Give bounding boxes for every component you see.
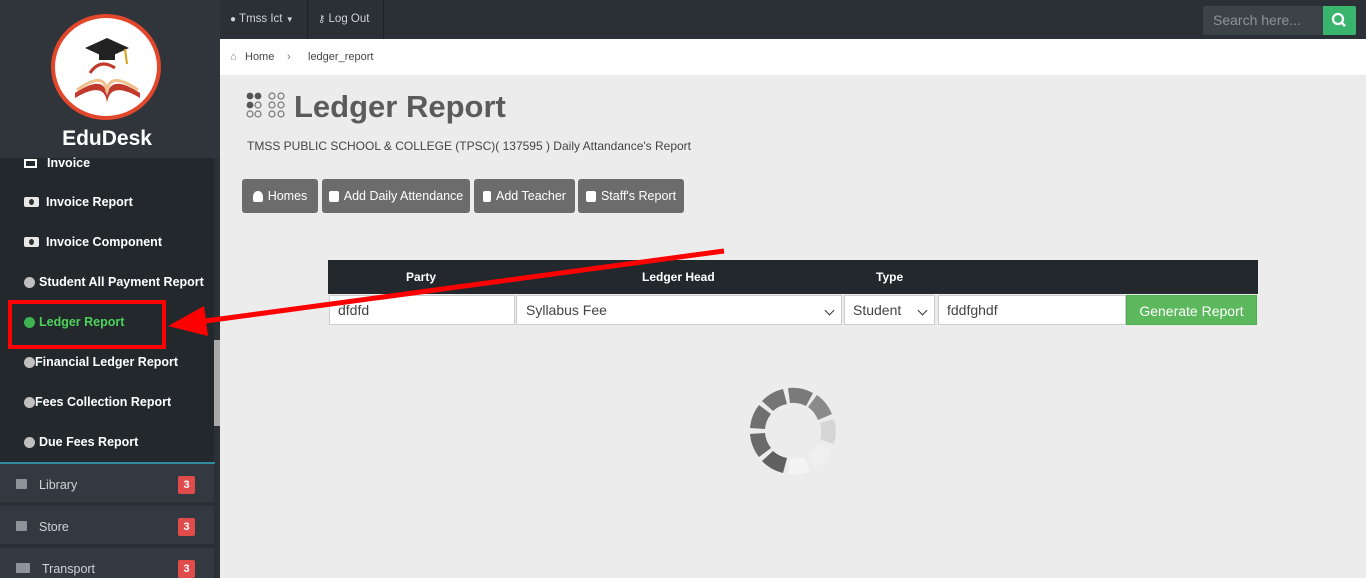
button-label: Staff's Report (600, 189, 677, 203)
money-icon (24, 237, 39, 247)
sidebar-group-label: Transport (42, 562, 96, 576)
caret-down-icon: ▼ (285, 15, 294, 24)
count-badge: 3 (178, 518, 195, 536)
button-label: Homes (267, 189, 308, 203)
sidebar-item-invoice-report[interactable]: Invoice Report (0, 182, 214, 222)
home-icon: ⌂ (230, 51, 237, 63)
circle-icon (24, 436, 35, 448)
generate-report-button[interactable]: Generate Report (1126, 295, 1257, 325)
type-header: Type (876, 270, 904, 284)
extra-input[interactable]: fddfghdf (938, 295, 1126, 325)
type-value: Student (853, 302, 902, 318)
sidebar-item-label: Invoice Component (46, 235, 162, 249)
button-label: Add Teacher (496, 189, 566, 203)
brand-area: EduDesk (0, 0, 220, 158)
sidebar-item-invoice[interactable]: Invoice (0, 143, 214, 183)
id-card-icon (16, 563, 30, 573)
dashboard-icon (252, 190, 263, 202)
report-icon (585, 190, 596, 202)
breadcrumb-current: ledger_report (308, 51, 374, 63)
graduation-book-icon (75, 38, 140, 103)
highlight-box (8, 300, 166, 349)
add-daily-attendance-button[interactable]: Add Daily Attendance (322, 179, 470, 213)
user-name: Tmss Ict (239, 13, 283, 25)
user-menu[interactable]: ● Tmss Ict ▼ (220, 0, 308, 39)
sidebar-item-label: Due Fees Report (39, 435, 139, 449)
hand-icon (328, 190, 339, 202)
dots-grid-icon (246, 92, 285, 118)
search-icon (1331, 12, 1346, 27)
chevron-down-icon (917, 305, 928, 316)
search-button[interactable] (1323, 6, 1356, 35)
sidebar-item-label: Invoice Report (46, 195, 133, 209)
staffs-report-button[interactable]: Staff's Report (578, 179, 684, 213)
logo (51, 14, 161, 120)
page-subtitle: TMSS PUBLIC SCHOOL & COLLEGE (TPSC)( 137… (247, 139, 692, 153)
user-icon: ● (230, 14, 237, 25)
sidebar-item-label: Invoice (47, 156, 91, 170)
user-icon (483, 190, 492, 202)
sidebar-group-library[interactable]: Library 3 (0, 464, 214, 504)
annotation-arrow (168, 248, 725, 336)
sidebar-group-store[interactable]: Store 3 (0, 506, 214, 546)
loading-spinner-icon (750, 387, 836, 475)
circle-icon (24, 396, 35, 408)
chevron-down-icon (824, 305, 835, 316)
sidebar-scroll-thumb[interactable] (214, 340, 220, 426)
sidebar-item-fees-collection-report[interactable]: Fees Collection Report (0, 382, 214, 422)
sidebar-group-label: Library (39, 478, 78, 492)
circle-icon (24, 276, 35, 288)
type-select[interactable]: Student (844, 295, 935, 325)
count-badge: 3 (178, 560, 195, 578)
homes-button[interactable]: Homes (242, 179, 318, 213)
breadcrumb-home[interactable]: Home (245, 51, 274, 63)
chevron-right-icon: › (287, 51, 291, 63)
search-input[interactable]: Search here... (1203, 6, 1323, 35)
breadcrumb: ⌂ Home › ledger_report (220, 39, 1366, 75)
count-badge: 3 (178, 476, 195, 494)
sidebar-item-due-fees-report[interactable]: Due Fees Report (0, 422, 214, 462)
logout-link[interactable]: ⚷ Log Out (308, 0, 384, 39)
money-icon (24, 197, 39, 207)
book-icon (16, 479, 27, 489)
book-icon (16, 521, 27, 531)
add-teacher-button[interactable]: Add Teacher (474, 179, 575, 213)
sidebar-group-transport[interactable]: Transport 3 (0, 548, 214, 578)
button-label: Add Daily Attendance (343, 189, 464, 203)
top-navbar: ● Tmss Ict ▼ ⚷ Log Out Search here... (220, 0, 1366, 39)
invoice-icon (24, 158, 37, 168)
logout-label: Log Out (328, 13, 370, 25)
sidebar-item-label: Fees Collection Report (35, 395, 172, 409)
sidebar-item-label: Financial Ledger Report (35, 355, 179, 369)
key-icon: ⚷ (318, 14, 326, 25)
circle-icon (24, 356, 35, 368)
page-title: Ledger Report (294, 89, 506, 124)
sidebar-group-label: Store (39, 520, 69, 534)
